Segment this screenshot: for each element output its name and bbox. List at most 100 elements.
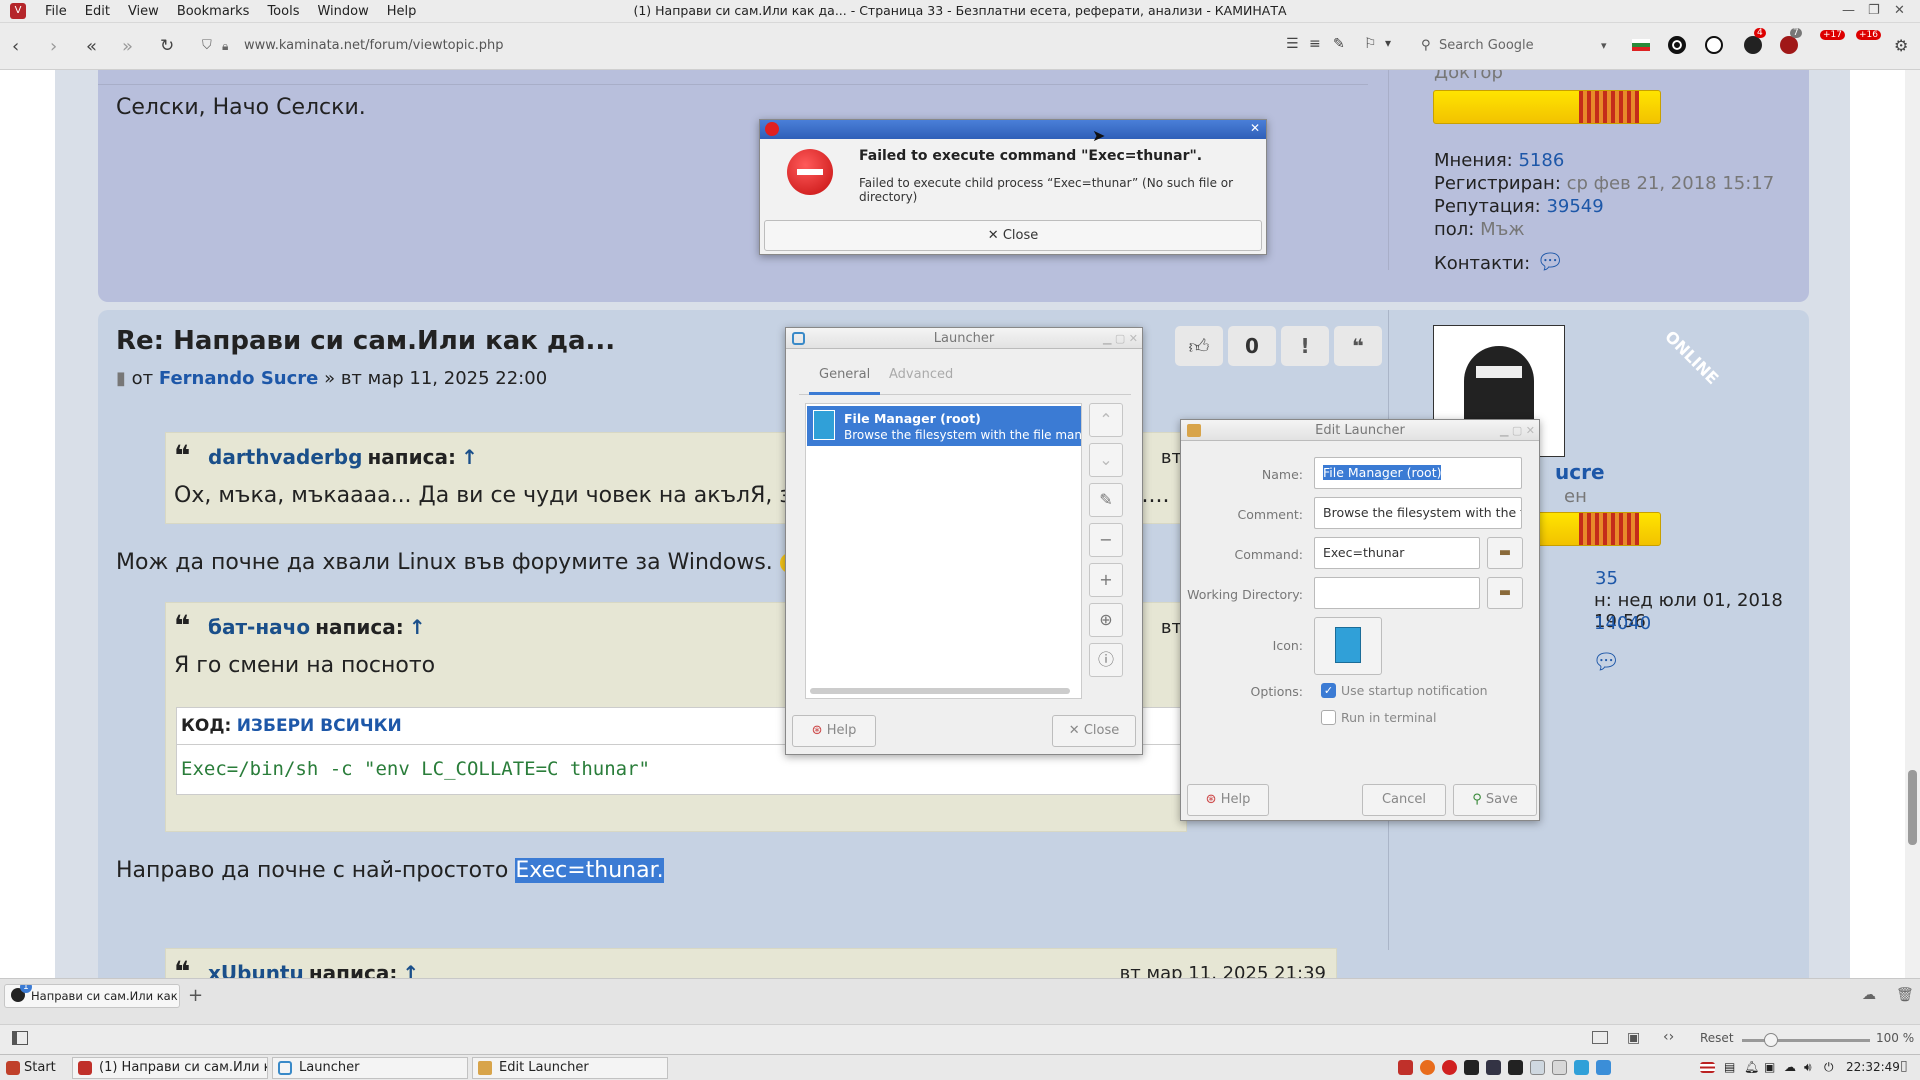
- menu-window[interactable]: Window: [308, 4, 377, 19]
- workdir-field[interactable]: [1314, 577, 1480, 609]
- files-tray-icon[interactable]: [1552, 1060, 1567, 1075]
- fast-forward-icon[interactable]: »: [122, 36, 133, 57]
- extensions-puzzle-icon[interactable]: ⚙: [1894, 36, 1908, 55]
- comment-field[interactable]: Browse the filesystem with the file: [1314, 497, 1522, 529]
- chat-bubble-icon[interactable]: 💬︎: [1536, 250, 1564, 275]
- extension-badge-icon[interactable]: 4: [1744, 28, 1766, 54]
- add-new-item-button[interactable]: ⊕: [1089, 603, 1123, 637]
- menu-view[interactable]: View: [119, 4, 168, 19]
- horizontal-scrollbar[interactable]: [810, 688, 1070, 694]
- launcher-titlebar[interactable]: Launcher ▁ ▢ ✕: [786, 328, 1142, 349]
- search-engine-dropdown-icon[interactable]: ▾: [1601, 33, 1607, 59]
- us-flag-icon[interactable]: [1700, 1062, 1715, 1073]
- extension-slash-icon[interactable]: [1705, 36, 1723, 54]
- info-button[interactable]: ⓘ: [1089, 643, 1123, 677]
- close-window-icon[interactable]: ✕: [1894, 3, 1905, 18]
- error-close-button[interactable]: ✕ Close: [764, 220, 1262, 251]
- report-button[interactable]: !: [1281, 326, 1329, 366]
- move-up-button[interactable]: ⌃: [1089, 403, 1123, 437]
- shield-icon[interactable]: ⛉: [202, 33, 212, 59]
- dropdown-icon[interactable]: ▾: [1385, 36, 1391, 50]
- close-button[interactable]: ✕ Close: [1052, 715, 1136, 747]
- translate-icon[interactable]: ✎: [1333, 36, 1345, 52]
- startup-notification-checkbox[interactable]: ✓: [1321, 683, 1336, 698]
- menu-file[interactable]: File: [36, 4, 76, 19]
- help-button[interactable]: ⊛ Help: [1187, 784, 1269, 816]
- zoom-reset-button[interactable]: Reset: [1700, 1031, 1734, 1045]
- extension-plus16-icon[interactable]: +16: [1856, 30, 1881, 54]
- reload-icon[interactable]: ↻: [160, 36, 174, 56]
- task-browser[interactable]: (1) Направи си сам.Или как ...: [72, 1057, 268, 1079]
- tab-advanced[interactable]: Advanced: [889, 367, 953, 382]
- firefox-tray-icon[interactable]: [1420, 1060, 1435, 1075]
- window-controls-icon[interactable]: ▁ ▢ ✕: [1500, 420, 1535, 441]
- command-field[interactable]: Exec=thunar: [1314, 537, 1480, 569]
- author-link[interactable]: Fernando Sucre: [159, 368, 318, 389]
- volume-icon[interactable]: 🔊︎: [1804, 1060, 1819, 1075]
- cloud-icon[interactable]: ☁: [1862, 987, 1876, 1003]
- move-down-button[interactable]: ⌄: [1089, 443, 1123, 477]
- opinions-link[interactable]: 5186: [1518, 150, 1564, 171]
- vivaldi-logo-icon[interactable]: V: [10, 3, 26, 19]
- zoom-slider[interactable]: [1742, 1033, 1870, 1047]
- like-button[interactable]: 👍︎: [1175, 326, 1223, 366]
- quote-author-link[interactable]: бат-начо: [208, 615, 310, 639]
- quote-author-link[interactable]: xUbuntu: [208, 961, 304, 978]
- window-tray-icon[interactable]: [1530, 1060, 1545, 1075]
- menu-help[interactable]: Help: [378, 4, 426, 19]
- url-field[interactable]: ⛉ 🔒︎ www.kaminata.net/forum/viewtopic.ph…: [198, 33, 1378, 59]
- error-dialog-titlebar[interactable]: ✕: [760, 120, 1266, 139]
- cancel-button[interactable]: Cancel: [1362, 784, 1446, 816]
- extension-plus17-icon[interactable]: +17: [1820, 30, 1845, 54]
- zoom-slider-handle[interactable]: [1764, 1033, 1778, 1047]
- menu-edit[interactable]: Edit: [76, 4, 119, 19]
- trash-icon[interactable]: 🗑︎: [1896, 987, 1914, 1003]
- page-tiling-icon[interactable]: [1592, 1031, 1608, 1044]
- extension-circle-icon[interactable]: [1668, 36, 1686, 54]
- clock[interactable]: 22:32:49: [1846, 1060, 1900, 1074]
- quote-goto-link[interactable]: ↑: [461, 445, 478, 469]
- clipboard-icon[interactable]: ▤: [1724, 1060, 1739, 1075]
- save-button[interactable]: ⚲ Save: [1453, 784, 1537, 816]
- restore-icon[interactable]: ❐: [1868, 3, 1880, 18]
- monitor-icon[interactable]: ▣: [1764, 1060, 1779, 1075]
- browser-tab[interactable]: 1 Направи си сам.Или как да: [4, 984, 180, 1008]
- list-item[interactable]: File Manager (root) Browse the filesyste…: [807, 406, 1081, 446]
- quote-goto-link[interactable]: ↑: [402, 961, 419, 978]
- menu-bookmarks[interactable]: Bookmarks: [168, 4, 259, 19]
- scrollbar-thumb[interactable]: [1908, 770, 1917, 845]
- terminal-tray-icon[interactable]: [1464, 1060, 1479, 1075]
- window-controls-icon[interactable]: ▁ ▢ ✕: [1103, 328, 1138, 349]
- editor-tray-icon[interactable]: [1508, 1060, 1523, 1075]
- quote-goto-link[interactable]: ↑: [409, 615, 426, 639]
- profile-name[interactable]: ucre: [1555, 460, 1605, 484]
- quote-author-link[interactable]: darthvaderbg: [208, 445, 362, 469]
- opera-tray-icon[interactable]: [1442, 1060, 1457, 1075]
- remove-item-button[interactable]: −: [1089, 523, 1123, 557]
- select-all-link[interactable]: ИЗБЕРИ ВСИЧКИ: [237, 716, 402, 736]
- reputation-link[interactable]: 39549: [1546, 196, 1603, 217]
- add-item-button[interactable]: +: [1089, 563, 1123, 597]
- minimize-icon[interactable]: —: [1842, 3, 1855, 18]
- new-tab-icon[interactable]: +: [188, 985, 203, 1006]
- tab-general[interactable]: General: [809, 367, 881, 395]
- image-icon[interactable]: ▣: [1627, 1030, 1640, 1046]
- code-icon[interactable]: ‹›: [1663, 1029, 1674, 1045]
- task-launcher[interactable]: Launcher: [272, 1057, 468, 1079]
- panel-toggle-icon[interactable]: [12, 1031, 28, 1045]
- reputation-link[interactable]: 14040: [1594, 613, 1651, 634]
- rss-icon[interactable]: ☰: [1286, 36, 1299, 52]
- run-in-terminal-checkbox[interactable]: [1321, 710, 1336, 725]
- app-tray-icon[interactable]: [1596, 1060, 1611, 1075]
- start-button[interactable]: Start: [2, 1057, 64, 1079]
- icon-picker-button[interactable]: [1314, 617, 1382, 675]
- file-manager-tray-icon[interactable]: [1574, 1060, 1589, 1075]
- back-icon[interactable]: ‹: [12, 36, 19, 57]
- browse-workdir-button[interactable]: ▬: [1487, 577, 1523, 609]
- bookmark-icon[interactable]: ⚐: [1364, 36, 1377, 52]
- reader-icon[interactable]: ≡: [1309, 36, 1321, 52]
- chat-bubble-icon[interactable]: 💬︎: [1592, 650, 1620, 675]
- vivaldi-tray-icon[interactable]: [1398, 1060, 1413, 1075]
- power-icon[interactable]: ⏻: [1824, 1060, 1839, 1075]
- flag-bg-icon[interactable]: [1632, 39, 1650, 51]
